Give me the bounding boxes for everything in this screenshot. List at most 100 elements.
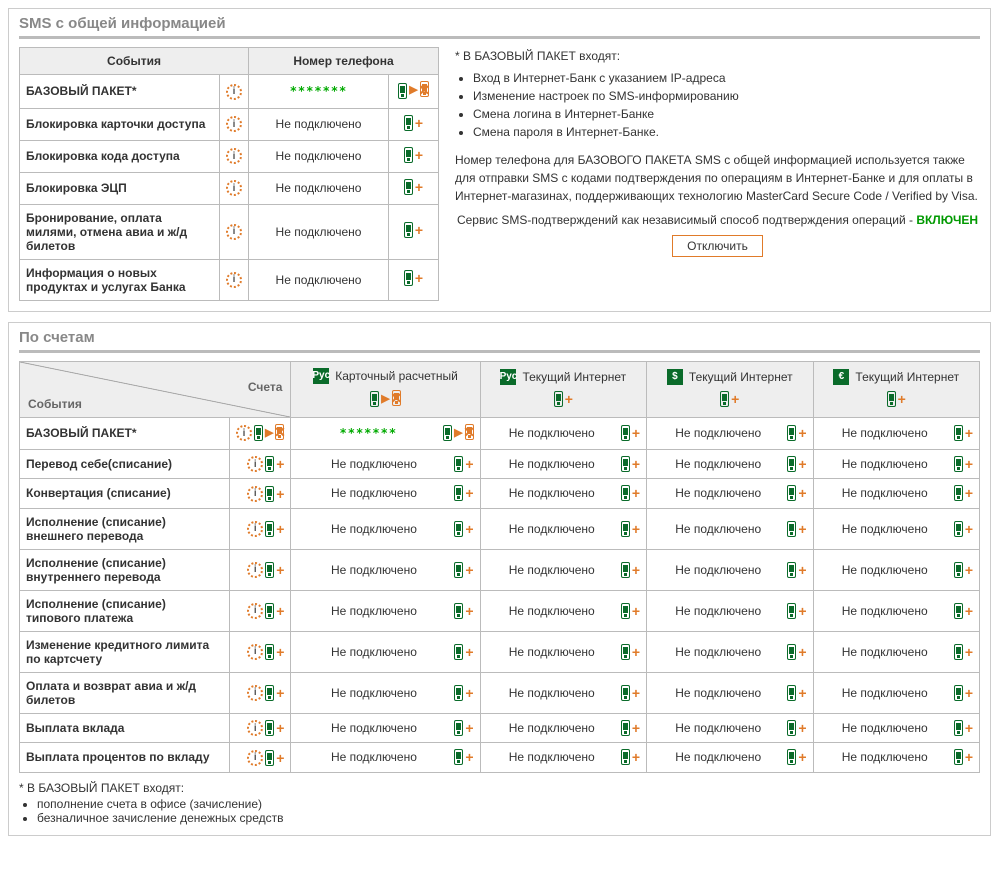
plus-icon: + [965, 426, 973, 440]
section1-rule [19, 36, 980, 39]
info-icon[interactable]: i [236, 425, 252, 441]
phone-add-action[interactable]: + [404, 222, 423, 238]
phone-add-action[interactable]: + [621, 720, 640, 736]
section2-scroll[interactable]: СчетаСобытияPycКарточный расчетный▶PycТе… [19, 361, 980, 773]
table-row: Исполнение (списание) типового платежаi+… [20, 590, 980, 631]
phone-add-action[interactable]: + [954, 720, 973, 736]
info-icon[interactable]: i [247, 456, 263, 472]
phone-add-action[interactable]: + [265, 562, 284, 578]
phone-add-action[interactable]: + [954, 521, 973, 537]
phone-icon [787, 749, 796, 765]
phone-remove-icon[interactable] [392, 390, 401, 409]
info-icon[interactable]: i [226, 148, 242, 164]
phone-add-action[interactable]: + [621, 749, 640, 765]
phone-add-action[interactable]: + [454, 521, 473, 537]
phone-add-action[interactable]: + [454, 485, 473, 501]
phone-add-action[interactable]: + [404, 270, 423, 286]
phone-add-action[interactable]: + [454, 749, 473, 765]
phone-add-action[interactable]: + [787, 521, 806, 537]
phone-add-action[interactable]: + [787, 685, 806, 701]
phone-add-action[interactable]: + [404, 147, 423, 163]
info-icon[interactable]: i [226, 272, 242, 288]
phone-add-action[interactable]: + [265, 486, 284, 502]
phone-add-action[interactable]: + [454, 562, 473, 578]
phone-add-action[interactable]: + [621, 562, 640, 578]
phone-add-action[interactable]: + [787, 644, 806, 660]
phone-add-action[interactable]: + [454, 456, 473, 472]
phone-add-action[interactable]: + [404, 115, 423, 131]
phone-icon [404, 270, 413, 286]
phone-add-action[interactable]: + [554, 391, 573, 407]
phone-add-action[interactable]: + [621, 485, 640, 501]
phone-add-action[interactable]: + [621, 644, 640, 660]
phone-add-action[interactable]: + [720, 391, 739, 407]
phone-icon [398, 83, 407, 99]
phone-remove-icon[interactable] [275, 424, 284, 443]
info-icon[interactable]: i [247, 685, 263, 701]
phone-swap-action[interactable]: ▶ [398, 81, 428, 100]
phone-add-action[interactable]: + [265, 685, 284, 701]
diagonal-header: СчетаСобытия [20, 361, 291, 417]
phone-add-action[interactable]: + [404, 179, 423, 195]
info-icon[interactable]: i [247, 603, 263, 619]
phone-add-action[interactable]: + [887, 391, 906, 407]
phone-add-action[interactable]: + [454, 603, 473, 619]
phone-add-action[interactable]: + [265, 750, 284, 766]
info-icon[interactable]: i [226, 116, 242, 132]
phone-add-action[interactable]: + [954, 603, 973, 619]
phone-add-action[interactable]: + [621, 521, 640, 537]
info-icon[interactable]: i [247, 644, 263, 660]
info-icon[interactable]: i [247, 486, 263, 502]
phone-remove-icon[interactable] [465, 424, 474, 443]
phone-add-action[interactable]: + [954, 749, 973, 765]
phone-add-action[interactable]: + [787, 720, 806, 736]
phone-swap-action[interactable]: ▶ [443, 424, 473, 443]
disable-button[interactable]: Отключить [672, 235, 763, 257]
phone-swap-action[interactable]: ▶ [254, 424, 284, 443]
phone-add-action[interactable]: + [954, 485, 973, 501]
phone-icon [621, 644, 630, 660]
phone-add-action[interactable]: + [787, 425, 806, 441]
phone-add-action[interactable]: + [954, 685, 973, 701]
phone-add-action[interactable]: + [265, 456, 284, 472]
info-icon[interactable]: i [247, 562, 263, 578]
phone-add-action[interactable]: + [787, 562, 806, 578]
phone-icon [787, 521, 796, 537]
phone-add-action[interactable]: + [621, 685, 640, 701]
not-connected-text: Не подключено [276, 225, 362, 239]
phone-add-action[interactable]: + [265, 720, 284, 736]
not-connected-text: Не подключено [653, 522, 783, 536]
not-connected-text: Не подключено [653, 563, 783, 577]
phone-add-action[interactable]: + [787, 749, 806, 765]
not-connected-text: Не подключено [820, 721, 950, 735]
phone-add-action[interactable]: + [954, 644, 973, 660]
phone-add-action[interactable]: + [265, 644, 284, 660]
info-icon[interactable]: i [247, 750, 263, 766]
phone-add-action[interactable]: + [265, 521, 284, 537]
info-icon[interactable]: i [247, 521, 263, 537]
phone-add-action[interactable]: + [454, 685, 473, 701]
phone-add-action[interactable]: + [454, 644, 473, 660]
phone-icon [265, 685, 274, 701]
phone-add-action[interactable]: + [621, 425, 640, 441]
plus-icon: + [632, 486, 640, 500]
phone-add-action[interactable]: + [954, 425, 973, 441]
phone-remove-icon[interactable] [420, 81, 429, 100]
phone-add-action[interactable]: + [787, 456, 806, 472]
info-icon[interactable]: i [226, 84, 242, 100]
phone-add-action[interactable]: + [954, 456, 973, 472]
info-icon[interactable]: i [247, 720, 263, 736]
phone-add-action[interactable]: + [621, 603, 640, 619]
plus-icon: + [798, 426, 806, 440]
phone-add-action[interactable]: + [454, 720, 473, 736]
not-connected-text: Не подключено [487, 457, 617, 471]
info-icon[interactable]: i [226, 180, 242, 196]
phone-add-action[interactable]: + [787, 603, 806, 619]
event-label: Информация о новых продуктах и услугах Б… [20, 259, 220, 300]
phone-add-action[interactable]: + [954, 562, 973, 578]
phone-add-action[interactable]: + [787, 485, 806, 501]
phone-add-action[interactable]: + [621, 456, 640, 472]
info-icon[interactable]: i [226, 224, 242, 240]
phone-swap-action[interactable]: ▶ [370, 390, 400, 409]
phone-add-action[interactable]: + [265, 603, 284, 619]
